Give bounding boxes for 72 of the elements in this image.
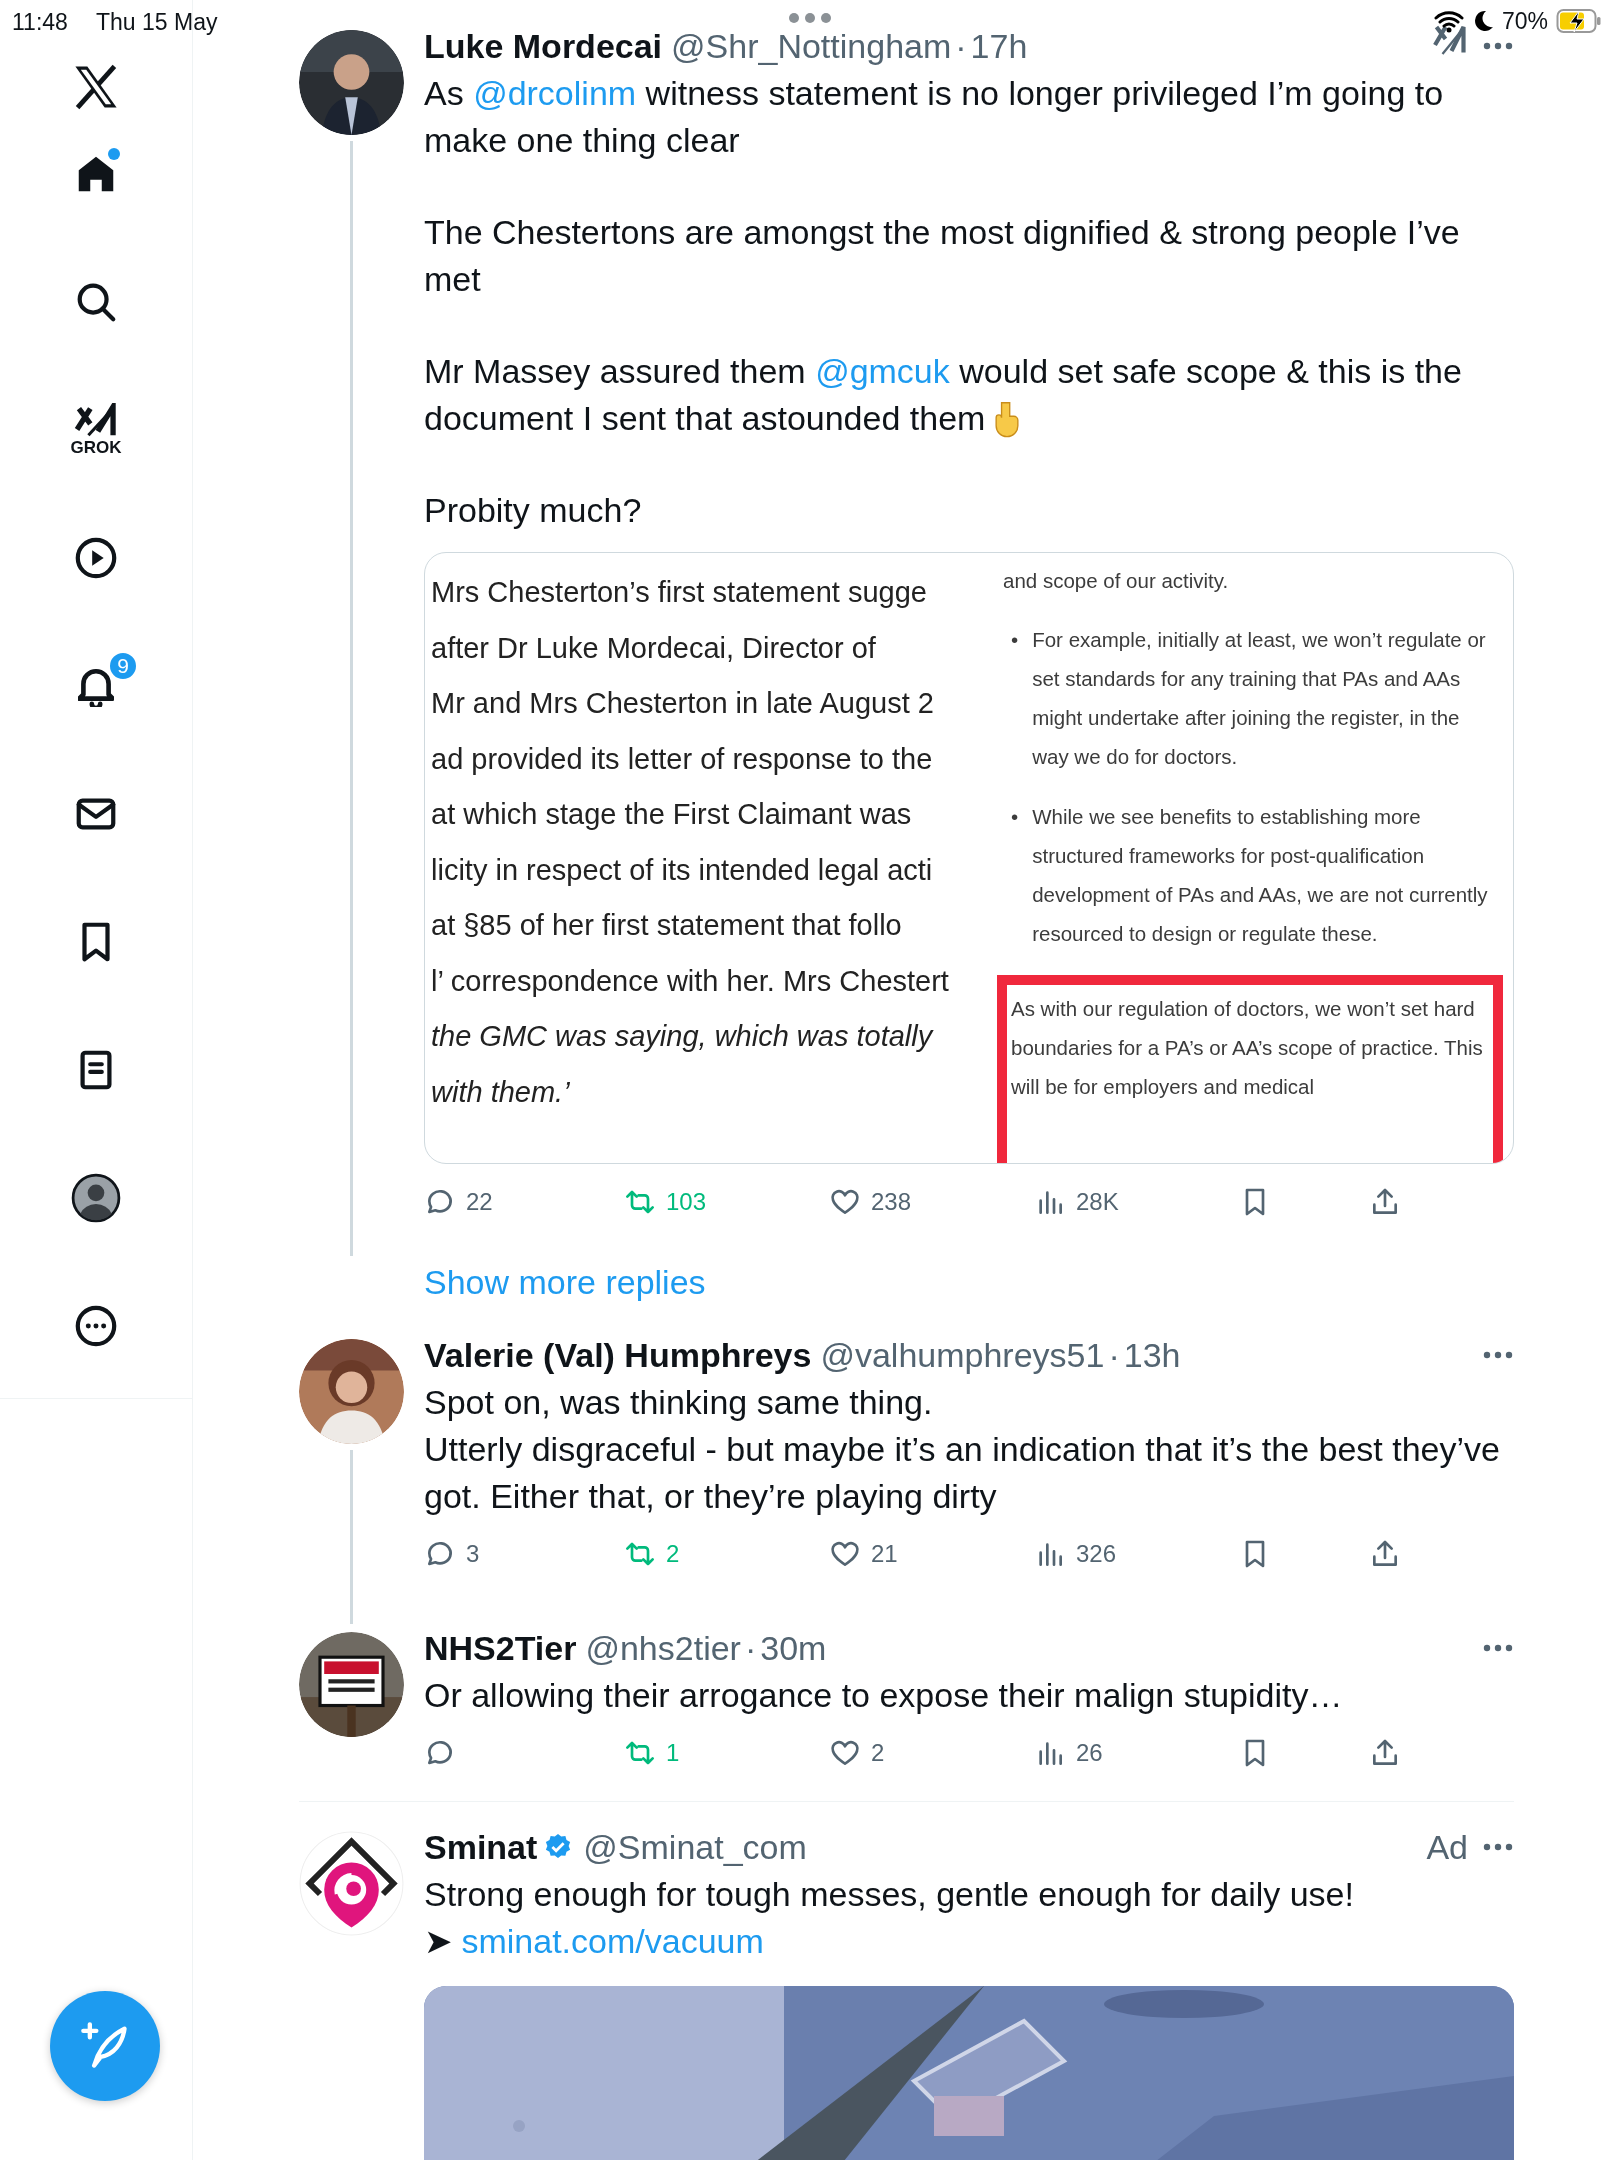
more-icon[interactable]	[1482, 41, 1514, 51]
tweet-text: As @drcolinm witness statement is no longer privileged I’m going to make one thing clear	[424, 73, 1445, 161]
pointing-hand-icon	[993, 400, 1022, 438]
author-name: Valerie (Val) Humphreys	[424, 1335, 812, 1376]
speech-bubble-count: 3	[466, 1539, 480, 1569]
document-line: the GMC was saying, which was totally	[431, 1019, 935, 1054]
dot-separator: ·	[955, 26, 967, 67]
document-line: at §85 of her first statement that follo	[431, 908, 903, 943]
heart-count: 238	[871, 1187, 912, 1217]
dot-separator: ·	[1108, 1335, 1120, 1376]
multitasking-dots-icon[interactable]	[788, 12, 832, 24]
avatar-icon[interactable]	[71, 1173, 121, 1223]
highlighted-text: As with our regulation of doctors, we won’t set hard boundaries for a PA’s or AA’s scope of practice. This will be for employers and medical	[997, 975, 1503, 1163]
battery-percentage: 70%	[1501, 7, 1548, 36]
more-icon[interactable]	[73, 1303, 119, 1349]
bullet-text: For example, initially at least, we won’t regulate or set standards for any training that PAs and AAs might undertake after joining the register, in the way we do for doctors.	[1032, 627, 1487, 770]
tweet-text: ➤ sminat.com/vacuum	[424, 1921, 765, 1962]
show-more-link[interactable]: Show more replies	[424, 1258, 706, 1306]
heart-count: 2	[871, 1738, 885, 1768]
bar-chart-count: 26	[1076, 1738, 1103, 1768]
repost-count: 2	[666, 1539, 680, 1569]
user-handle: @Sminat_com	[583, 1827, 807, 1868]
post-time: 17h	[970, 26, 1028, 67]
status-time: 11:48	[12, 8, 68, 37]
tweet-text: Utterly disgraceful - but maybe it’s an indication that it’s the best they’ve got. Either that, or they’re playing dirty	[424, 1429, 1501, 1517]
author-name: Luke Mordecai	[424, 26, 663, 67]
tweet-text: Or allowing their arrogance to expose their malign stupidity…	[424, 1675, 1344, 1716]
author-name: Sminat	[424, 1827, 538, 1868]
document-line: ad provided its letter of response to the	[431, 741, 934, 777]
user-handle: @valhumphreys51	[820, 1335, 1105, 1376]
ad-label: Ad	[1426, 1827, 1468, 1868]
bullet-text: While we see benefits to establishing more structured frameworks for post-qualification development of PAs and AAs, we are not currently resourced to design or regulate these.	[1032, 804, 1489, 947]
mention-link[interactable]: @drcolinm	[473, 74, 637, 112]
document-line: with them.’	[431, 1074, 571, 1110]
document-text: and scope of our activity.	[1002, 568, 1230, 594]
grok-icon	[73, 403, 119, 439]
tweet-text: Mr Massey assured them @gmcuk would set safe scope & this is the document I sent that astounded them	[424, 351, 1463, 440]
more-icon[interactable]	[1482, 1842, 1514, 1852]
speech-bubble-count: 22	[466, 1187, 493, 1217]
tweet-text: Strong enough for tough messes, gentle enough for daily use!	[424, 1874, 1355, 1915]
post-time: 13h	[1123, 1335, 1181, 1376]
bullet-marker: •	[1011, 627, 1019, 653]
author-name: NHS2Tier	[424, 1628, 577, 1669]
tweet-text: The Chestertons are amongst the most dignified & strong people I’ve met	[424, 212, 1461, 300]
play-icon[interactable]	[73, 535, 119, 581]
tweet-text: Spot on, was thinking same thing.	[424, 1382, 934, 1423]
bullet-marker: •	[1011, 804, 1019, 830]
tweet-text: Probity much?	[424, 490, 643, 531]
status-date: Thu 15 May	[96, 8, 218, 37]
repost-count: 103	[666, 1187, 707, 1217]
document-line: at which stage the First Claimant was	[431, 797, 913, 832]
repost-count: 1	[666, 1738, 680, 1768]
bar-chart-count: 28K	[1076, 1187, 1119, 1217]
wifi-icon	[1433, 9, 1464, 34]
more-icon[interactable]	[1482, 1643, 1514, 1653]
heart-count: 21	[871, 1539, 898, 1569]
user-handle: @nhs2tier	[585, 1628, 741, 1669]
notification-count: 9	[108, 651, 138, 681]
more-icon[interactable]	[1482, 1350, 1514, 1360]
grok-tab[interactable]: GROK	[70, 403, 122, 457]
compose-button[interactable]	[50, 1991, 160, 2101]
user-handle: @Shr_Nottingham	[671, 26, 952, 67]
dot-separator: ·	[744, 1628, 757, 1669]
document-line: after Dr Luke Mordecai, Director of	[431, 630, 877, 666]
bar-chart-count: 326	[1076, 1539, 1117, 1569]
post-time: 30m	[760, 1628, 827, 1669]
document-line: l’ correspondence with her. Mrs Chestert	[431, 963, 950, 999]
document-line: licity in respect of its intended legal acti	[431, 852, 934, 888]
document-line: Mrs Chesterton’s first statement sugge	[431, 575, 928, 610]
document-line: Mr and Mrs Chesterton in late August 2	[431, 686, 935, 721]
mention-link[interactable]: sminat.com/vacuum	[461, 1922, 764, 1960]
mention-link[interactable]: @gmcuk	[815, 352, 950, 390]
